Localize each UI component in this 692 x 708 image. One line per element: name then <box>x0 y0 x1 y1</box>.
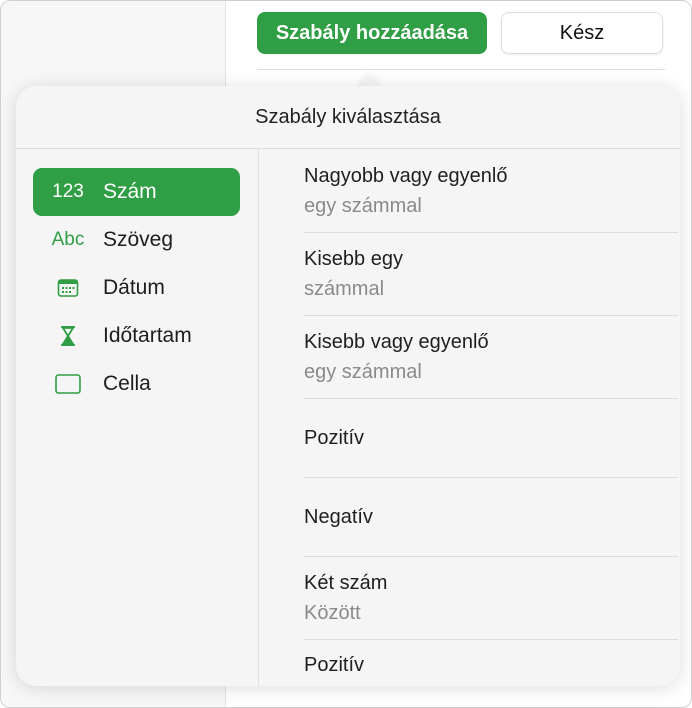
category-label: Időtartam <box>103 324 192 347</box>
category-item-text[interactable]: Abc Szöveg <box>33 216 240 264</box>
done-button[interactable]: Kész <box>501 12 663 54</box>
category-item-date[interactable]: Dátum <box>33 264 240 312</box>
app-window: Szabály hozzáadása Kész Szabály kiválasz… <box>0 0 692 708</box>
rule-item[interactable]: Pozitív <box>304 640 678 686</box>
rule-title: Pozitív <box>304 654 365 676</box>
number-icon: 123 <box>52 181 84 202</box>
rule-item[interactable]: Kisebb vagy egyenlő egy számmal <box>304 316 678 399</box>
category-list: 123 Szám Abc Szöveg Dátum Időtartam Cell… <box>33 168 240 408</box>
text-icon: Abc <box>51 229 85 250</box>
hourglass-icon <box>33 325 103 347</box>
rule-item[interactable]: Két szám Között <box>304 557 678 640</box>
rule-subtitle: számmal <box>304 278 385 300</box>
category-label: Szöveg <box>103 228 174 251</box>
category-label: Szám <box>103 180 157 203</box>
popover-title: Szabály kiválasztása <box>16 86 680 149</box>
category-item-cell[interactable]: Cella <box>33 360 240 408</box>
rule-subtitle: Között <box>304 602 361 624</box>
category-label: Cella <box>103 372 151 395</box>
category-item-duration[interactable]: Időtartam <box>33 312 240 360</box>
cell-icon <box>33 374 103 394</box>
rule-title: Kisebb egy <box>304 248 403 270</box>
rule-item[interactable]: Kisebb egy számmal <box>304 233 678 316</box>
rule-subtitle: egy számmal <box>304 194 422 217</box>
rule-title: Pozitív <box>304 427 365 449</box>
column-divider <box>258 149 259 686</box>
rule-item[interactable]: Negatív <box>304 478 678 557</box>
add-rule-button[interactable]: Szabály hozzáadása <box>257 12 487 54</box>
rule-list: Nagyobb vagy egyenlő egy számmal Kisebb … <box>304 149 678 686</box>
rule-item[interactable]: Pozitív <box>304 399 678 478</box>
calendar-icon <box>33 278 103 298</box>
category-label: Dátum <box>103 276 165 299</box>
rule-title: Két szám <box>304 572 388 594</box>
rule-title: Nagyobb vagy egyenlő <box>304 164 508 187</box>
rule-item[interactable]: Nagyobb vagy egyenlő egy számmal <box>304 149 678 233</box>
category-item-number[interactable]: 123 Szám <box>33 168 240 216</box>
rule-title: Kisebb vagy egyenlő <box>304 331 489 353</box>
toolbar-divider <box>257 69 665 70</box>
rule-title: Negatív <box>304 506 373 528</box>
choose-rule-popover: Szabály kiválasztása 123 Szám Abc Szöveg <box>16 86 680 686</box>
rule-subtitle: egy számmal <box>304 361 422 383</box>
